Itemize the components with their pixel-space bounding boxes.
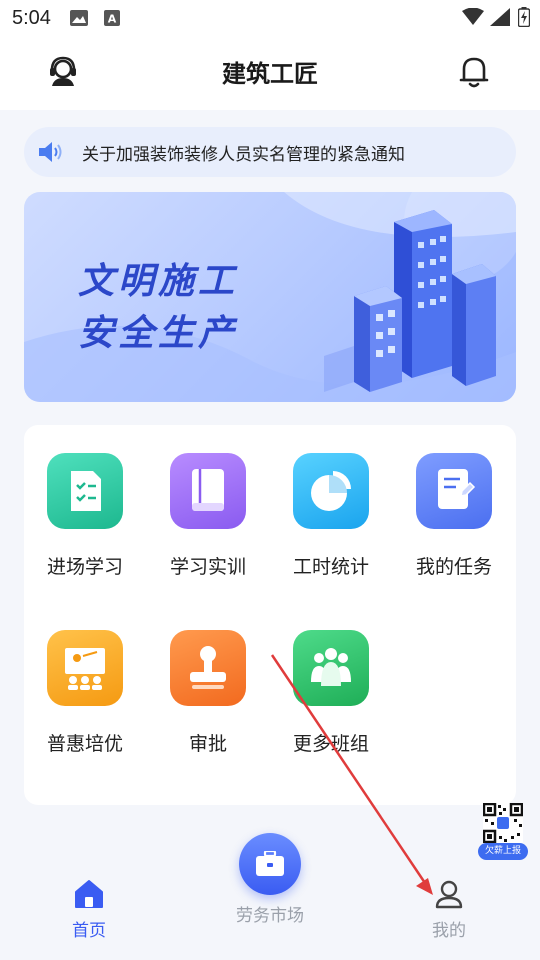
grid-item-training[interactable]: 学习实训 — [158, 453, 258, 579]
book-icon — [170, 453, 246, 529]
briefcase-icon — [256, 851, 284, 876]
nav-label-home: 首页 — [72, 921, 106, 941]
pie-chart-icon — [293, 453, 369, 529]
nav-item-labor-market[interactable]: 劳务市场 — [220, 895, 320, 926]
status-bar: 5:04 A — [0, 0, 540, 36]
edit-document-icon — [416, 453, 492, 529]
team-icon — [293, 630, 369, 706]
grid-label: 普惠培优 — [46, 733, 123, 755]
checklist-icon — [47, 453, 123, 529]
app-notification-icon: A — [104, 10, 120, 30]
notice-bar[interactable]: 关于加强装饰装修人员实名管理的紧急通知 — [24, 127, 516, 177]
home-icon — [75, 880, 103, 908]
buildings-illustration — [324, 210, 496, 392]
wifi-icon — [462, 7, 484, 30]
battery-icon — [517, 7, 531, 31]
user-icon — [435, 880, 463, 909]
status-time: 5:04 — [12, 7, 51, 29]
grid-item-puhui-training[interactable]: 普惠培优 — [35, 630, 135, 756]
grid-label: 学习实训 — [169, 556, 246, 578]
speaker-icon — [38, 141, 64, 167]
grid-label: 审批 — [188, 733, 227, 755]
promo-banner[interactable]: 文明施工 安全生产 — [24, 192, 516, 402]
nav-label-mine: 我的 — [432, 921, 466, 941]
signal-icon — [490, 8, 510, 30]
grid-label: 进场学习 — [46, 556, 123, 578]
grid-label: 更多班组 — [292, 733, 369, 755]
feature-grid: 进场学习 学习实训 工时统计 我的任务 普惠培优 审批 更多班组 — [24, 425, 516, 805]
svg-text:A: A — [108, 13, 117, 26]
qr-code-icon — [483, 803, 523, 843]
banner-headline-line1: 文明施工 — [78, 261, 239, 302]
grid-item-approval[interactable]: 审批 — [158, 630, 258, 756]
grid-label: 工时统计 — [292, 556, 369, 578]
grid-item-my-tasks[interactable]: 我的任务 — [404, 453, 504, 579]
nav-label-labor-market: 劳务市场 — [236, 906, 304, 926]
nav-item-mine[interactable]: 我的 — [418, 878, 480, 941]
image-notification-icon — [70, 10, 88, 30]
grid-label: 我的任务 — [415, 556, 492, 578]
notice-text: 关于加强装饰装修人员实名管理的紧急通知 — [82, 145, 405, 165]
stamp-icon — [170, 630, 246, 706]
nav-item-home[interactable]: 首页 — [58, 878, 120, 941]
training-class-icon — [47, 630, 123, 706]
grid-item-entry-learning[interactable]: 进场学习 — [35, 453, 135, 579]
bell-icon[interactable] — [459, 55, 489, 93]
grid-item-work-hours[interactable]: 工时统计 — [281, 453, 381, 579]
grid-item-more-teams[interactable]: 更多班组 — [281, 630, 381, 756]
header: 建筑工匠 — [0, 36, 540, 110]
banner-headline-line2: 安全生产 — [78, 313, 239, 354]
labor-market-button[interactable] — [239, 833, 301, 895]
